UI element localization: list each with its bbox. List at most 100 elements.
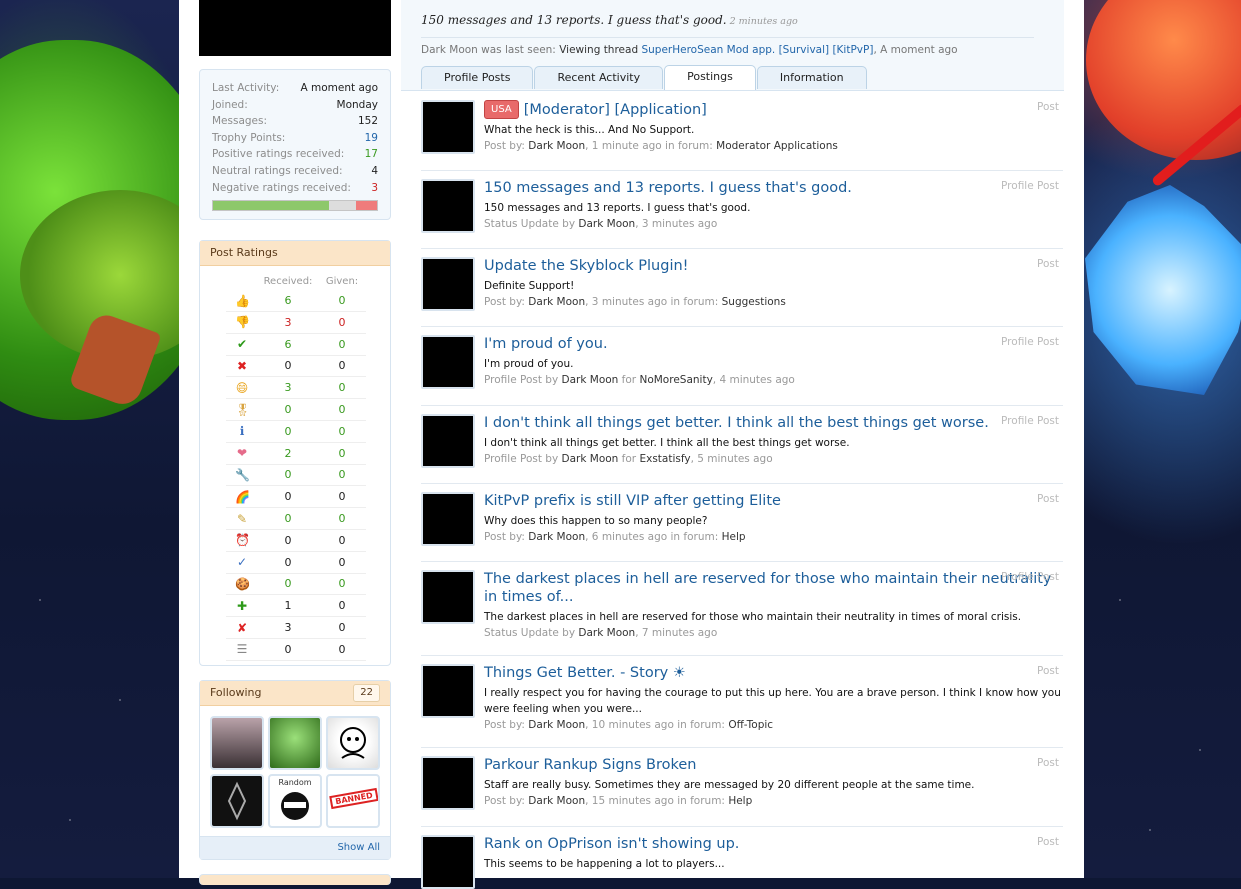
show-all-following-link[interactable]: Show All bbox=[200, 835, 390, 859]
posting-target-link[interactable]: Moderator Applications bbox=[716, 140, 838, 152]
tab-profile-posts[interactable]: Profile Posts bbox=[421, 66, 534, 89]
posting-title-link[interactable]: Update the Skyblock Plugin! bbox=[484, 257, 1063, 275]
thumbs-up-icon[interactable]: 👍 bbox=[235, 294, 250, 308]
posting-title-link[interactable]: USA [Moderator] [Application] bbox=[484, 100, 1063, 119]
rating-row: 👍 6 0 bbox=[226, 290, 366, 312]
posting-title-link[interactable]: 150 messages and 13 reports. I guess tha… bbox=[484, 179, 1063, 197]
checkmark-icon[interactable]: ✔ bbox=[235, 337, 249, 351]
rating-bar-neutral bbox=[329, 201, 357, 211]
rating-row: ✔ 6 0 bbox=[226, 333, 366, 356]
posting-type-label: Post bbox=[1037, 258, 1059, 270]
posting-target-link[interactable]: Suggestions bbox=[722, 296, 786, 308]
pencil-icon[interactable]: ✎ bbox=[235, 512, 249, 526]
postings-list: Post USA [Moderator] [Application] What the… bbox=[421, 92, 1063, 889]
rating-row: 🔧 0 0 bbox=[226, 464, 366, 487]
profile-tabs: Profile Posts Recent Activity Postings I… bbox=[421, 65, 868, 90]
tab-postings[interactable]: Postings bbox=[664, 65, 756, 90]
posting-target-link[interactable]: NoMoreSanity bbox=[639, 374, 712, 386]
rating-received-count: 1 bbox=[258, 594, 318, 618]
red-cross-icon[interactable]: ✘ bbox=[235, 621, 249, 635]
heart-icon[interactable]: ❤ bbox=[235, 446, 249, 460]
posting-type-label: Profile Post bbox=[1001, 336, 1059, 348]
tab-information[interactable]: Information bbox=[756, 66, 867, 89]
following-avatar[interactable] bbox=[326, 715, 380, 770]
posting-item: Post Parkour Rankup Signs Broken Staff are… bbox=[421, 748, 1063, 827]
cookie-icon[interactable]: 🍪 bbox=[235, 577, 250, 591]
posting-type-label: Profile Post bbox=[1001, 180, 1059, 192]
rating-received-count: 0 bbox=[258, 507, 318, 530]
posting-author-avatar[interactable] bbox=[421, 100, 475, 154]
following-count-badge[interactable]: 22 bbox=[353, 683, 380, 702]
posting-author-avatar[interactable] bbox=[421, 570, 475, 624]
posting-item: Post KitPvP prefix is still VIP after get… bbox=[421, 484, 1063, 562]
rating-received-count: 0 bbox=[258, 464, 318, 487]
posting-target-link[interactable]: Off-Topic bbox=[728, 719, 773, 731]
posting-author-link[interactable]: Dark Moon bbox=[528, 531, 585, 543]
posting-author-link[interactable]: Dark Moon bbox=[528, 719, 585, 731]
posting-author-link[interactable]: Dark Moon bbox=[528, 296, 585, 308]
rating-row: ✖ 0 0 bbox=[226, 355, 366, 378]
posting-author-avatar[interactable] bbox=[421, 179, 475, 233]
posting-author-avatar[interactable] bbox=[421, 257, 475, 311]
posting-author-link[interactable]: Dark Moon bbox=[562, 374, 619, 386]
posting-item: Post Things Get Better. - Story ☀ I really… bbox=[421, 656, 1063, 748]
rating-row: ⏰ 0 0 bbox=[226, 529, 366, 552]
stat-trophy-points[interactable]: Trophy Points: 19 bbox=[212, 130, 378, 147]
stat-messages[interactable]: Messages: 152 bbox=[212, 113, 378, 130]
posting-target-link[interactable]: Help bbox=[722, 531, 746, 543]
tab-recent-activity[interactable]: Recent Activity bbox=[534, 66, 664, 89]
spellcheck-icon[interactable]: ✓ bbox=[235, 555, 249, 569]
following-avatar[interactable]: BANNED bbox=[326, 773, 380, 828]
funny-face-icon[interactable]: 😄 bbox=[235, 381, 249, 395]
rating-received-count: 0 bbox=[258, 638, 318, 661]
posting-title-link[interactable]: Rank on OpPrison isn't showing up. bbox=[484, 835, 1063, 853]
posting-target-link[interactable]: Exstatisfy bbox=[639, 453, 690, 465]
wrench-icon[interactable]: 🔧 bbox=[235, 468, 250, 482]
posting-title-link[interactable]: Things Get Better. - Story ☀ bbox=[484, 664, 1063, 682]
hamburger-icon[interactable]: ☰ bbox=[235, 642, 249, 656]
sketch-character-icon bbox=[340, 726, 366, 759]
green-plus-icon[interactable]: ✚ bbox=[235, 599, 249, 613]
next-block-header bbox=[199, 873, 391, 885]
red-x-icon[interactable]: ✖ bbox=[235, 359, 249, 373]
info-icon[interactable]: ℹ bbox=[235, 424, 249, 438]
stat-last-activity: Last Activity: A moment ago bbox=[212, 82, 378, 94]
posting-author-link[interactable]: Dark Moon bbox=[528, 795, 585, 807]
posting-target-link[interactable]: Help bbox=[728, 795, 752, 807]
posting-type-label: Profile Post bbox=[1001, 571, 1059, 583]
posting-author-avatar[interactable] bbox=[421, 414, 475, 468]
following-avatar[interactable] bbox=[210, 773, 264, 828]
rating-given-count: 0 bbox=[318, 398, 366, 421]
posting-meta: Post by: Dark Moon, 6 minutes ago in for… bbox=[484, 531, 746, 543]
posting-title-link[interactable]: Parkour Rankup Signs Broken bbox=[484, 756, 1063, 774]
award-ribbon-icon[interactable]: 🎖 bbox=[235, 403, 250, 417]
last-seen-line: Dark Moon was last seen: Viewing thread … bbox=[421, 37, 1034, 56]
following-avatar[interactable]: Random bbox=[268, 773, 322, 828]
alarm-clock-icon[interactable]: ⏰ bbox=[235, 533, 250, 547]
following-avatar[interactable] bbox=[210, 715, 264, 770]
posting-title-link[interactable]: KitPvP prefix is still VIP after getting… bbox=[484, 492, 1063, 510]
rainbow-icon[interactable]: 🌈 bbox=[235, 490, 250, 504]
posting-author-avatar[interactable] bbox=[421, 335, 475, 389]
following-avatar[interactable] bbox=[268, 715, 322, 770]
thumbs-down-icon[interactable]: 👎 bbox=[235, 315, 250, 329]
posting-title-link[interactable]: I don't think all things get better. I t… bbox=[484, 414, 1063, 432]
posting-item: Post Update the Skyblock Plugin! Definite … bbox=[421, 249, 1063, 327]
posting-author-avatar[interactable] bbox=[421, 664, 475, 718]
posting-title-link[interactable]: I'm proud of you. bbox=[484, 335, 1063, 353]
posting-author-avatar[interactable] bbox=[421, 835, 475, 889]
posting-author-avatar[interactable] bbox=[421, 756, 475, 810]
posting-author-link[interactable]: Dark Moon bbox=[578, 218, 635, 230]
profile-avatar[interactable] bbox=[199, 0, 391, 56]
posting-author-link[interactable]: Dark Moon bbox=[578, 627, 635, 639]
posting-author-avatar[interactable] bbox=[421, 492, 475, 546]
last-seen-thread-link[interactable]: SuperHeroSean Mod app. [Survival] [KitPv… bbox=[641, 44, 873, 56]
posting-title-link[interactable]: The darkest places in hell are reserved … bbox=[484, 570, 1063, 606]
rating-bar-positive bbox=[213, 201, 330, 211]
rating-row: 😄 3 0 bbox=[226, 376, 366, 400]
rating-given-count: 0 bbox=[318, 376, 366, 400]
posting-snippet: The darkest places in hell are reserved … bbox=[484, 611, 1022, 623]
posting-author-link[interactable]: Dark Moon bbox=[528, 140, 585, 152]
posting-author-link[interactable]: Dark Moon bbox=[562, 453, 619, 465]
rating-received-count: 0 bbox=[258, 551, 318, 574]
